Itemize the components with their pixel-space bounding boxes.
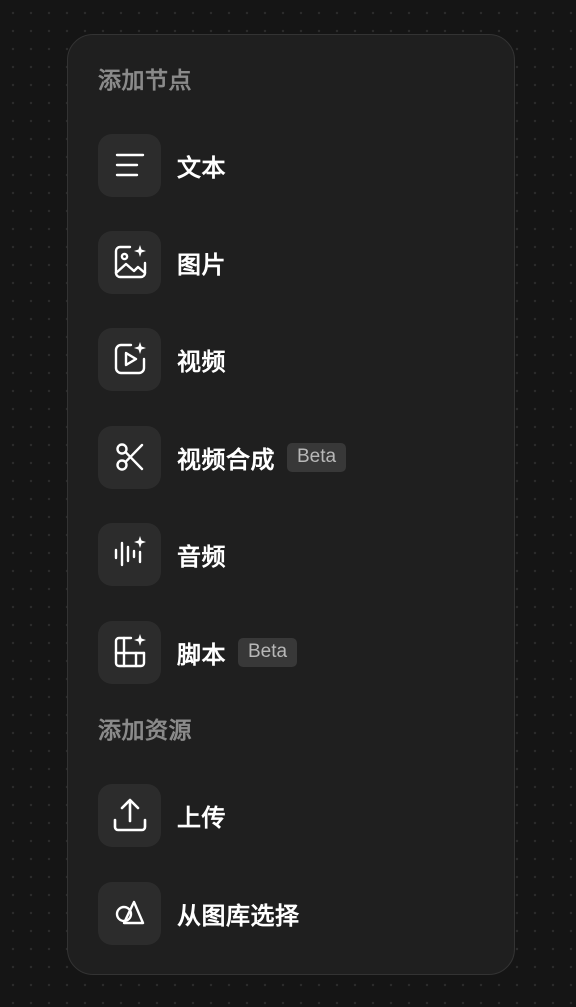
shapes-library-icon <box>98 881 161 945</box>
menu-item-image[interactable]: 图片 <box>98 230 488 294</box>
menu-item-script[interactable]: 脚本 Beta <box>98 620 488 684</box>
menu-item-label: 图片 <box>177 250 226 279</box>
menu-item-label: 音频 <box>177 542 226 571</box>
audio-waveform-sparkle-icon <box>98 522 161 586</box>
menu-item-audio[interactable]: 音频 <box>98 522 488 586</box>
image-sparkle-icon <box>98 230 161 294</box>
beta-badge: Beta <box>287 442 347 472</box>
section-title-add-resources: 添加资源 <box>98 718 192 744</box>
video-sparkle-icon <box>98 327 161 391</box>
menu-item-video[interactable]: 视频 <box>98 327 488 391</box>
text-icon <box>98 133 161 197</box>
add-menu-panel: 添加节点 文本 图片 视频 视频合成 Beta 音频 脚本 Beta 添加资源 … <box>67 34 515 975</box>
menu-item-label: 文本 <box>177 153 226 182</box>
menu-item-label: 视频合成 <box>177 445 275 474</box>
menu-item-video-composition[interactable]: 视频合成 Beta <box>98 425 488 489</box>
scissors-icon <box>98 425 161 489</box>
menu-item-label: 视频 <box>177 347 226 376</box>
menu-item-text[interactable]: 文本 <box>98 133 488 197</box>
upload-icon <box>98 783 161 847</box>
section-title-add-nodes: 添加节点 <box>98 68 192 94</box>
film-script-sparkle-icon <box>98 620 161 684</box>
menu-item-label: 从图库选择 <box>177 901 300 930</box>
beta-badge: Beta <box>238 637 298 667</box>
menu-item-label: 脚本 <box>177 640 226 669</box>
menu-item-label: 上传 <box>177 803 226 832</box>
menu-item-upload[interactable]: 上传 <box>98 783 488 847</box>
menu-item-choose-from-library[interactable]: 从图库选择 <box>98 881 488 945</box>
